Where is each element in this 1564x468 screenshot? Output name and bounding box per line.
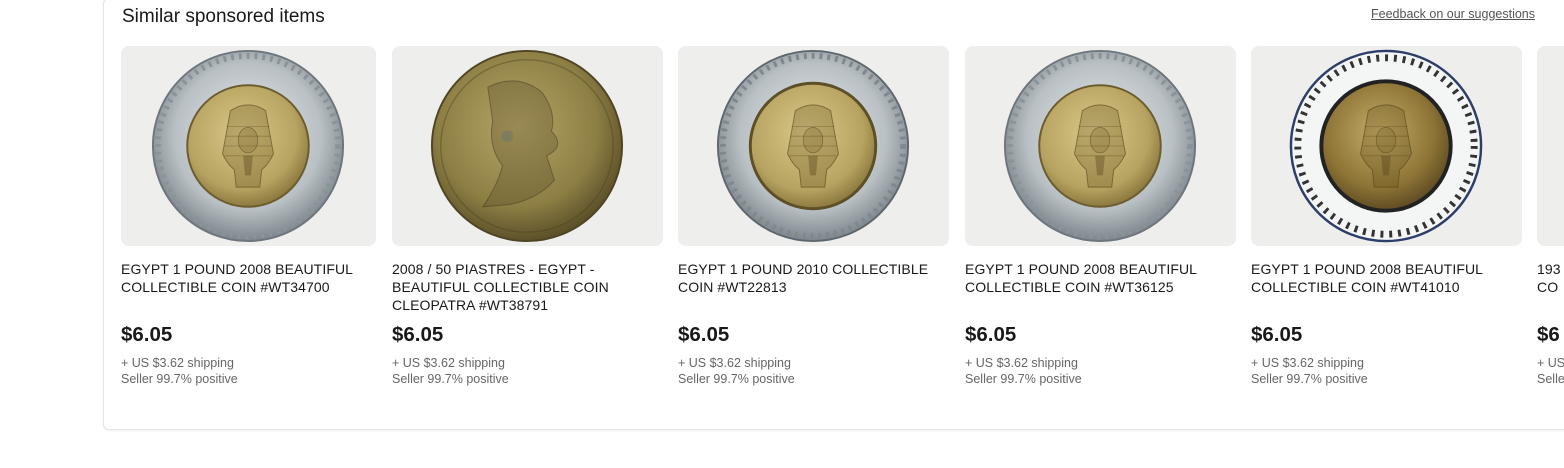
coin-image (430, 49, 624, 243)
item-title-line1: 193 (1537, 261, 1561, 277)
item-title[interactable]: EGYPT 1 POUND 2008 BEAUTIFUL COLLECTIBLE… (965, 260, 1236, 296)
item-price: $6.05 (1251, 323, 1303, 346)
item-seller-rating: Seller 99.7% positive (121, 372, 238, 386)
item-price: $6.05 (392, 323, 444, 346)
item-shipping: + US $3.62 shipping (1251, 356, 1364, 370)
item-image[interactable] (121, 46, 376, 246)
item-title[interactable]: EGYPT 1 POUND 2010 COLLECTIBLE COIN #WT2… (678, 260, 949, 296)
similar-items-panel: Similar sponsored items Feedback on our … (103, 0, 1564, 430)
coin-image (1289, 49, 1483, 243)
item-price: $6.05 (678, 323, 730, 346)
coin-image (716, 49, 910, 243)
item-title[interactable]: EGYPT 1 POUND 2008 BEAUTIFUL COLLECTIBLE… (121, 260, 376, 296)
item-shipping: + US $3.62 shipping (678, 356, 791, 370)
item-shipping: + US $3.62 shipping (121, 356, 234, 370)
item-title-line2: CO (1537, 279, 1559, 295)
item-shipping: + US $3.62 shipping (965, 356, 1078, 370)
item-card[interactable]: 2008 / 50 PIASTRES - EGYPT - BEAUTIFUL C… (392, 46, 663, 386)
item-seller-rating: Seller 99.7% positive (392, 372, 509, 386)
feedback-link[interactable]: Feedback on our suggestions (1371, 7, 1535, 21)
item-seller-rating: Selle (1537, 372, 1564, 386)
section-heading: Similar sponsored items (122, 6, 325, 27)
item-image[interactable] (965, 46, 1236, 246)
item-price: $6 (1537, 323, 1560, 346)
item-seller-rating: Seller 99.7% positive (678, 372, 795, 386)
item-title[interactable]: 2008 / 50 PIASTRES - EGYPT - BEAUTIFUL C… (392, 260, 663, 314)
coin-image (1003, 49, 1197, 243)
item-seller-rating: Seller 99.7% positive (965, 372, 1082, 386)
item-card[interactable]: EGYPT 1 POUND 2008 BEAUTIFUL COLLECTIBLE… (1251, 46, 1522, 386)
item-title[interactable]: 193 CO (1537, 260, 1564, 296)
item-title[interactable]: EGYPT 1 POUND 2008 BEAUTIFUL COLLECTIBLE… (1251, 260, 1522, 296)
item-image[interactable] (392, 46, 663, 246)
item-image[interactable] (678, 46, 949, 246)
item-price: $6.05 (965, 323, 1017, 346)
item-card[interactable]: EGYPT 1 POUND 2008 BEAUTIFUL COLLECTIBLE… (965, 46, 1236, 386)
item-image[interactable] (1251, 46, 1522, 246)
item-price: $6.05 (121, 323, 173, 346)
item-card[interactable]: EGYPT 1 POUND 2010 COLLECTIBLE COIN #WT2… (678, 46, 949, 386)
item-image[interactable] (1537, 46, 1564, 246)
item-shipping: + US $3.62 shipping (392, 356, 505, 370)
coin-image (151, 49, 345, 243)
item-seller-rating: Seller 99.7% positive (1251, 372, 1368, 386)
item-card[interactable]: 193 CO $6 + US Selle (1537, 46, 1564, 386)
item-card[interactable]: EGYPT 1 POUND 2008 BEAUTIFUL COLLECTIBLE… (121, 46, 376, 386)
item-shipping: + US (1537, 356, 1564, 370)
